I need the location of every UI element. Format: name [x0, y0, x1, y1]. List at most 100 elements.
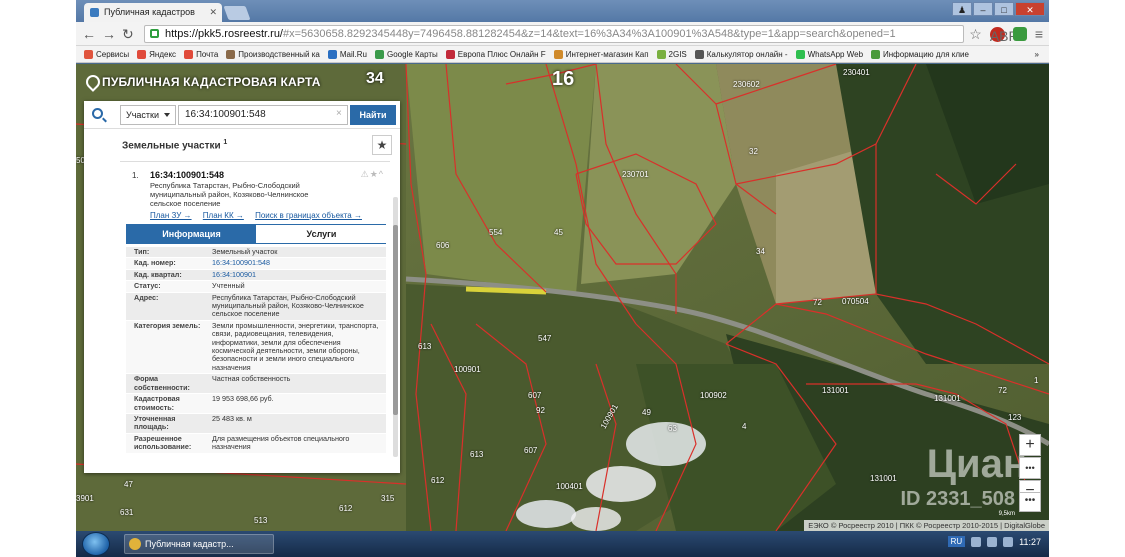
plan-zu-link[interactable]: План ЗУ →	[150, 211, 192, 220]
parcel-label: 613	[418, 342, 432, 351]
bookmark-icon	[656, 49, 666, 59]
parcel-label: 34	[756, 247, 765, 256]
bookmark-item[interactable]: Европа Плюс Онлайн F	[445, 49, 546, 59]
tab-strip: Публичная кадастров ✕ ♟ – □ ✕	[76, 0, 1049, 22]
scale-label: 9,5km	[998, 511, 1015, 517]
info-row: Категория земель: Земли промышленности, э…	[126, 320, 386, 375]
url-field[interactable]: https://pkk5.rosreestr.ru/#x=5630658.829…	[144, 25, 964, 43]
result-card: 1. 16:34:100901:548 ⚠★^ Республика Татар…	[120, 167, 390, 473]
bookmark-label: Информацию для клие	[883, 49, 969, 59]
tab-close-icon[interactable]: ✕	[209, 3, 217, 22]
tab-services[interactable]: Услуги	[257, 225, 386, 243]
bookmark-icon	[694, 49, 704, 59]
clock[interactable]: 11:27	[1019, 537, 1041, 547]
parcel-label: 613	[470, 450, 484, 459]
bookmark-item[interactable]: WhatsApp Web	[795, 49, 864, 59]
map-options-button[interactable]: •••	[1019, 492, 1041, 512]
bookmark-item[interactable]: Информацию для клие	[871, 49, 969, 59]
search-in-bounds-link[interactable]: Поиск в границах объекта →	[255, 211, 362, 220]
result-action-icons[interactable]: ⚠★^	[361, 169, 384, 180]
battery-icon[interactable]	[1003, 536, 1014, 547]
info-row: Кад. квартал: 16:34:100901	[126, 269, 386, 282]
clear-icon[interactable]: ×	[336, 108, 342, 119]
search-button[interactable]: Найти	[350, 105, 396, 125]
district-number: 16	[552, 68, 575, 90]
menu-icon[interactable]: ≡	[1035, 25, 1043, 43]
bookmark-item[interactable]: Производственный ка	[226, 49, 320, 59]
bookmark-icon	[374, 49, 384, 59]
result-links: План ЗУ → План КК → Поиск в границах объ…	[150, 211, 371, 220]
bookmark-label: Яндекс	[149, 49, 177, 59]
map-view[interactable]: ПУБЛИЧНАЯ КАДАСТРОВАЯ КАРТА 34 16 230401…	[76, 64, 1049, 531]
search-icon[interactable]	[92, 108, 103, 119]
info-row: Разрешенное использование: Для размещения…	[126, 433, 386, 454]
info-value[interactable]: 16:34:100901:548	[212, 258, 382, 267]
back-icon[interactable]: ←	[82, 25, 96, 43]
info-key: Категория земель:	[134, 320, 201, 330]
info-table: Тип: Земельный участок Кад. номер: 16:34:10…	[126, 247, 386, 454]
bookmark-item[interactable]: Сервисы	[84, 49, 129, 59]
network-icon[interactable]	[971, 536, 982, 547]
bookmark-item[interactable]: Mail.Ru	[327, 49, 367, 59]
bookmark-star-icon[interactable]: ☆	[969, 25, 982, 43]
maximize-button[interactable]: □	[994, 2, 1014, 16]
chrome-icon	[129, 538, 141, 550]
bookmark-item[interactable]: Почта	[184, 49, 218, 59]
info-row: Кадастровая стоимость: 19 953 698,66 руб.	[126, 394, 386, 414]
favorite-button[interactable]: ★	[372, 135, 392, 155]
bookmark-icon	[795, 49, 805, 59]
parcel-label: 100902	[700, 391, 727, 400]
info-value: Частная собственность	[212, 374, 291, 384]
user-icon[interactable]: ♟	[952, 2, 972, 16]
bookmark-item[interactable]: 2GIS	[656, 49, 687, 59]
minimize-button[interactable]: –	[973, 2, 993, 16]
bookmarks-more-button[interactable]: »	[1035, 50, 1039, 59]
bookmark-label: Калькулятор онлайн -	[706, 49, 788, 59]
bookmark-icon	[137, 49, 147, 59]
info-value: 19 953 698,66 руб.	[212, 394, 274, 404]
info-row: Статус: Учтенный	[126, 281, 386, 293]
bookmark-item[interactable]: Интернет-магазин Кап	[553, 49, 649, 59]
new-tab-button[interactable]	[223, 6, 251, 20]
panel-scrollbar-thumb[interactable]	[393, 225, 398, 415]
browser-tab[interactable]: Публичная кадастров ✕	[84, 3, 222, 22]
search-input[interactable]: 16:34:100901:548	[178, 105, 348, 125]
parcel-label: 123	[1008, 413, 1022, 422]
extension-icon[interactable]	[1012, 27, 1027, 41]
adblock-icon[interactable]: ABP	[989, 26, 1018, 44]
info-value: Земельный участок	[212, 247, 278, 256]
info-value: Земли промышленности, энергетики, трансп…	[212, 320, 379, 372]
search-type-select[interactable]: Участки	[120, 105, 176, 125]
close-window-button[interactable]: ✕	[1015, 2, 1045, 16]
tab-information[interactable]: Информация	[127, 225, 256, 243]
bookmark-item[interactable]: Яндекс	[137, 49, 177, 59]
language-indicator[interactable]: RU	[947, 536, 966, 547]
reload-icon[interactable]: ↻	[122, 25, 134, 43]
plan-kk-link[interactable]: План КК →	[203, 211, 244, 220]
info-key: Уточненная площадь:	[134, 413, 176, 432]
info-value: Республика Татарстан, Рыбно-Слободский м…	[212, 292, 364, 319]
search-type-value: Участки	[126, 110, 159, 120]
forward-icon[interactable]: →	[102, 25, 116, 43]
bookmark-icon	[445, 49, 455, 59]
map-copyright: ЕЭКО © Росреестр 2010 | ПКК © Росреестр …	[804, 520, 1049, 531]
parcel-label: 131001	[822, 386, 849, 395]
bookmark-label: WhatsApp Web	[807, 49, 864, 59]
parcel-label: 547	[538, 334, 552, 343]
bookmark-item[interactable]: Калькулятор онлайн -	[694, 49, 788, 59]
address-bar-row: ← → ↻ https://pkk5.rosreestr.ru/#x=56306…	[76, 22, 1049, 46]
bookmark-icon	[84, 49, 93, 59]
zoom-menu-button[interactable]: •••	[1019, 457, 1041, 479]
zoom-in-button[interactable]: +	[1019, 434, 1041, 456]
start-button[interactable]	[82, 532, 110, 556]
parcel-label: 606	[436, 241, 450, 250]
info-value[interactable]: 16:34:100901	[212, 270, 382, 279]
result-cadastral-id[interactable]: 16:34:100901:548	[150, 170, 224, 180]
bookmark-label: Интернет-магазин Кап	[565, 49, 649, 59]
browser-window: Публичная кадастров ✕ ♟ – □ ✕ ← → ↻ http…	[76, 0, 1049, 557]
taskbar-chrome-item[interactable]: Публичная кадастр...	[124, 534, 274, 554]
volume-icon[interactable]	[987, 536, 998, 547]
quarter-number: 34	[366, 70, 384, 87]
bookmark-item[interactable]: Google Карты	[374, 49, 438, 59]
divider	[120, 161, 390, 162]
